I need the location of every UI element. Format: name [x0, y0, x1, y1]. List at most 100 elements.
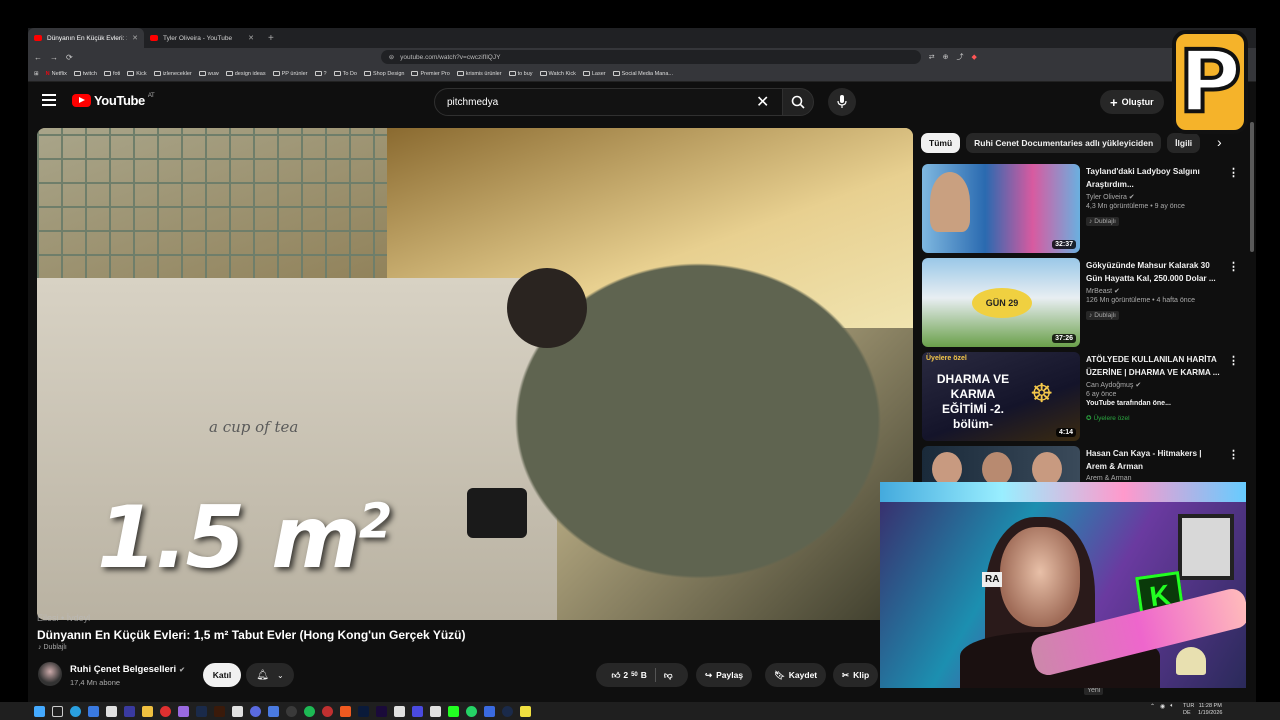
close-tab-icon[interactable]: ✕ — [132, 34, 138, 42]
illustrator-icon[interactable] — [214, 705, 225, 717]
translate-icon[interactable]: ⇄ — [929, 53, 935, 61]
store-icon[interactable] — [88, 705, 99, 717]
share-icon[interactable]: ⤴ — [956, 52, 963, 62]
brave-icon[interactable] — [340, 705, 351, 717]
bookmark-folder[interactable]: design ideas — [225, 71, 266, 77]
app-icon[interactable] — [232, 705, 243, 717]
share-button[interactable]: ↪ Paylaş — [696, 663, 753, 687]
like-button[interactable]: 👍︎ 2 50 B — [611, 670, 646, 681]
lightroom-icon[interactable] — [196, 705, 207, 717]
notification-button[interactable]: 🔔︎ ⌄ — [246, 663, 294, 687]
app-icon[interactable] — [178, 705, 189, 717]
search-input[interactable]: pitchmedya — [434, 88, 786, 116]
create-button[interactable]: + Oluştur — [1100, 90, 1164, 114]
app-icon[interactable] — [250, 705, 261, 717]
bookmark-folder[interactable]: Shop Design — [363, 71, 404, 77]
bookmark-folder[interactable]: PP ürünler — [272, 71, 308, 77]
save-button[interactable]: 🔖︎ Kaydet — [765, 663, 827, 687]
thumbs-down-icon[interactable]: 👎︎ — [664, 670, 673, 681]
bookmark-folder[interactable]: Premier Pro — [411, 71, 450, 77]
new-tab-button[interactable]: + — [268, 33, 274, 44]
extension-icon[interactable]: ◆ — [971, 53, 976, 61]
more-options-icon[interactable]: ⋮ — [1228, 260, 1239, 273]
app-icon[interactable] — [520, 705, 531, 717]
clip-button[interactable]: ✂ Klip — [833, 663, 879, 687]
windows-start-icon[interactable] — [34, 705, 45, 717]
chip-uploader[interactable]: Ruhi Cenet Documentaries adlı yükleyicid… — [966, 133, 1162, 153]
bookmark-folder[interactable]: krismis ürünler — [456, 71, 502, 77]
app-icon[interactable] — [394, 705, 405, 717]
site-info-icon[interactable]: ⊜ — [389, 53, 394, 61]
folder-icon[interactable] — [142, 705, 153, 717]
recommendation-item[interactable]: 32:37 Tayland'daki Ladyboy Salgını Araşt… — [922, 164, 1242, 254]
menu-icon[interactable] — [42, 94, 56, 106]
app-icon[interactable] — [106, 705, 117, 717]
volume-icon[interactable]: 🔈︎ — [1170, 703, 1174, 710]
clear-search-icon[interactable]: ✕ — [756, 92, 769, 112]
bookmark-item[interactable]: N Netflix — [46, 71, 67, 77]
bookmark-folder[interactable]: twitch — [73, 71, 97, 77]
channel-avatar[interactable] — [38, 662, 62, 686]
address-bar[interactable]: ⊜ youtube.com/watch?v=cwczifIlQJY — [380, 50, 921, 64]
bookmark-folder[interactable]: Laser — [582, 71, 606, 77]
app-icon[interactable] — [412, 705, 423, 717]
browser-tab[interactable]: Tyler Oliveira - YouTube ✕ — [144, 28, 260, 48]
reload-icon[interactable]: ⟳ — [66, 53, 73, 62]
back-icon[interactable]: ← — [34, 53, 42, 62]
steam-icon[interactable] — [502, 705, 513, 717]
bookmark-folder[interactable]: Social Media Mana... — [612, 71, 673, 77]
more-options-icon[interactable]: ⋮ — [1228, 166, 1239, 179]
network-icon[interactable]: ◉ — [1160, 703, 1165, 710]
spotify-icon[interactable] — [304, 705, 315, 717]
kick-icon[interactable] — [448, 705, 459, 717]
language-indicator[interactable]: TUR DE — [1183, 703, 1194, 717]
chip-related[interactable]: İlgili — [1167, 133, 1201, 153]
video-thumbnail[interactable]: GÜN 29 37:26 — [922, 258, 1080, 347]
bookmark-folder[interactable]: To Do — [333, 71, 357, 77]
chevron-right-icon[interactable]: › — [1217, 134, 1222, 150]
task-view-icon[interactable] — [52, 705, 63, 717]
folder-icon — [73, 71, 81, 76]
recommendation-item[interactable]: GÜN 29 37:26 Gökyüzünde Mahsur Kalarak 3… — [922, 258, 1242, 348]
opera-icon[interactable] — [160, 705, 171, 717]
whatsapp-icon[interactable] — [466, 705, 477, 717]
app-icon[interactable] — [268, 705, 279, 717]
taskbar-clock[interactable]: 11:28 PM 1/19/2026 — [1198, 703, 1222, 717]
bookmark-folder[interactable]: Kick — [127, 71, 147, 77]
channel-name[interactable]: Ruhi Çenet Belgeselleri ✔ — [70, 664, 185, 675]
bookmark-folder[interactable]: foti — [103, 71, 120, 77]
edge-icon[interactable] — [70, 705, 81, 717]
bookmark-folder[interactable]: wuw — [198, 71, 219, 77]
forward-icon[interactable]: → — [50, 53, 58, 62]
bookmark-folder[interactable]: Watch Kick — [539, 71, 576, 77]
video-thumbnail[interactable]: Üyelere özel DHARMA VE KARMA EĞİTİMİ -2.… — [922, 352, 1080, 441]
page-scrollbar[interactable] — [1250, 122, 1254, 252]
premiere-icon[interactable] — [376, 705, 387, 717]
zoom-icon[interactable]: ⊕ — [943, 53, 949, 61]
bookmark-folder[interactable]: to buy — [508, 71, 533, 77]
app-icon[interactable] — [286, 705, 297, 717]
tab-label: Dünyanın En Küçük Evleri: 1,5 m² — [47, 34, 127, 42]
apps-icon[interactable]: ⊞ — [34, 71, 39, 77]
recommendation-item[interactable]: Üyelere özel DHARMA VE KARMA EĞİTİMİ -2.… — [922, 352, 1242, 442]
app-icon[interactable] — [322, 705, 333, 717]
browser-tab-active[interactable]: Dünyanın En Küçük Evleri: 1,5 m² ✕ — [28, 28, 144, 48]
more-options-icon[interactable]: ⋮ — [1228, 354, 1239, 367]
video-thumbnail[interactable]: 32:37 — [922, 164, 1080, 253]
app-icon[interactable] — [484, 705, 495, 717]
video-player[interactable]: a cup of tea 1.5 m2 — [37, 128, 913, 620]
photoshop-icon[interactable] — [358, 705, 369, 717]
close-tab-icon[interactable]: ✕ — [248, 34, 254, 42]
chevron-up-icon[interactable]: ⌃ — [1150, 703, 1155, 710]
chip-all[interactable]: Tümü — [921, 133, 961, 153]
voice-search-button[interactable] — [828, 88, 856, 116]
verified-icon: ✔ — [1128, 194, 1135, 201]
app-icon[interactable] — [124, 705, 135, 717]
join-button[interactable]: Katıl — [203, 663, 241, 687]
app-icon[interactable] — [430, 705, 441, 717]
search-button[interactable] — [782, 88, 814, 116]
bookmark-folder[interactable]: izlenecekler — [153, 71, 192, 77]
more-options-icon[interactable]: ⋮ — [1228, 448, 1239, 461]
bookmark-folder[interactable]: ? — [314, 71, 327, 77]
youtube-logo[interactable]: YouTube AT — [72, 93, 155, 108]
